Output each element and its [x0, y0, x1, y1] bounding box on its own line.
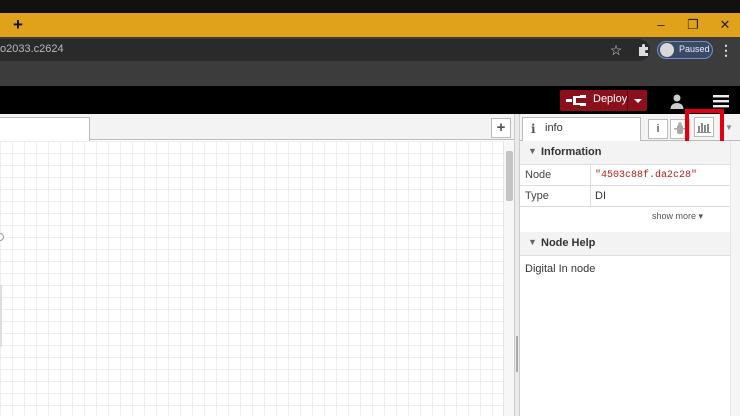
deploy-dropdown-icon[interactable]: [634, 99, 642, 103]
property-value[interactable]: "4503c88f.da2c28": [595, 170, 697, 181]
node-help-section-header[interactable]: ▼ Node Help: [520, 232, 730, 256]
info-icon: i: [531, 122, 536, 136]
browser-tab-strip: [0, 0, 740, 37]
star-icon[interactable]: ☆: [607, 40, 625, 60]
url-text: o2033.c2624: [0, 43, 64, 55]
close-window-button[interactable]: ✕: [710, 13, 740, 37]
column-divider: [590, 165, 591, 186]
node-help-body: [520, 256, 730, 416]
chevron-down-icon: ▼: [528, 146, 537, 156]
kebab-icon[interactable]: ⋮: [718, 40, 734, 60]
canvas-scrollbar[interactable]: [503, 141, 514, 416]
info-tab-button[interactable]: i: [648, 119, 668, 139]
resize-grip-icon: [516, 336, 518, 372]
scrollbar-thumb[interactable]: [506, 151, 513, 201]
deploy-label: Deploy: [593, 93, 628, 105]
profile-status: Paused: [679, 44, 710, 54]
minimize-button[interactable]: ‒: [646, 13, 676, 37]
browser-toolbar: o2033.c2624: [0, 37, 740, 63]
avatar: [660, 43, 674, 57]
property-key: Node: [525, 169, 552, 181]
sidebar-tabs-dropdown-icon[interactable]: ▼: [725, 120, 735, 136]
deploy-icon: [566, 95, 586, 106]
new-tab-button[interactable]: +: [8, 13, 28, 37]
property-key: Type: [525, 190, 549, 202]
deploy-button[interactable]: Deploy: [560, 90, 647, 111]
chevron-down-icon: ▼: [528, 237, 537, 247]
flow-canvas[interactable]: [0, 141, 503, 416]
node-help-title: Node Help: [541, 237, 596, 249]
node-port[interactable]: [0, 233, 4, 241]
tab-info-label: info: [545, 122, 563, 134]
information-title: Information: [541, 146, 602, 158]
deploy-separator: [627, 90, 628, 111]
hamburger-menu-icon[interactable]: [712, 92, 730, 110]
show-more-link[interactable]: show more ▾: [652, 211, 703, 222]
tab-info[interactable]: i info: [522, 117, 641, 141]
table-row: Node "4503c88f.da2c28": [520, 165, 730, 186]
add-flow-button[interactable]: +: [491, 118, 511, 138]
information-section-header[interactable]: ▼ Information: [520, 141, 730, 165]
node-edge: [0, 285, 2, 347]
column-divider: [590, 186, 591, 207]
flow-tab[interactable]: [0, 117, 90, 141]
user-icon[interactable]: [668, 92, 686, 110]
maximize-button[interactable]: ❐: [678, 13, 708, 37]
bookmarks-bar: [0, 63, 740, 86]
address-bar[interactable]: o2033.c2624: [0, 39, 650, 61]
table-row: Type DI: [520, 186, 730, 207]
puzzle-icon[interactable]: [634, 40, 654, 60]
property-value: DI: [595, 190, 606, 202]
profile-button[interactable]: Paused: [657, 41, 713, 59]
node-help-text: Digital In node: [525, 263, 596, 275]
sidebar-scrollbar[interactable]: [730, 141, 740, 416]
tab-strip-bar: [0, 13, 740, 37]
